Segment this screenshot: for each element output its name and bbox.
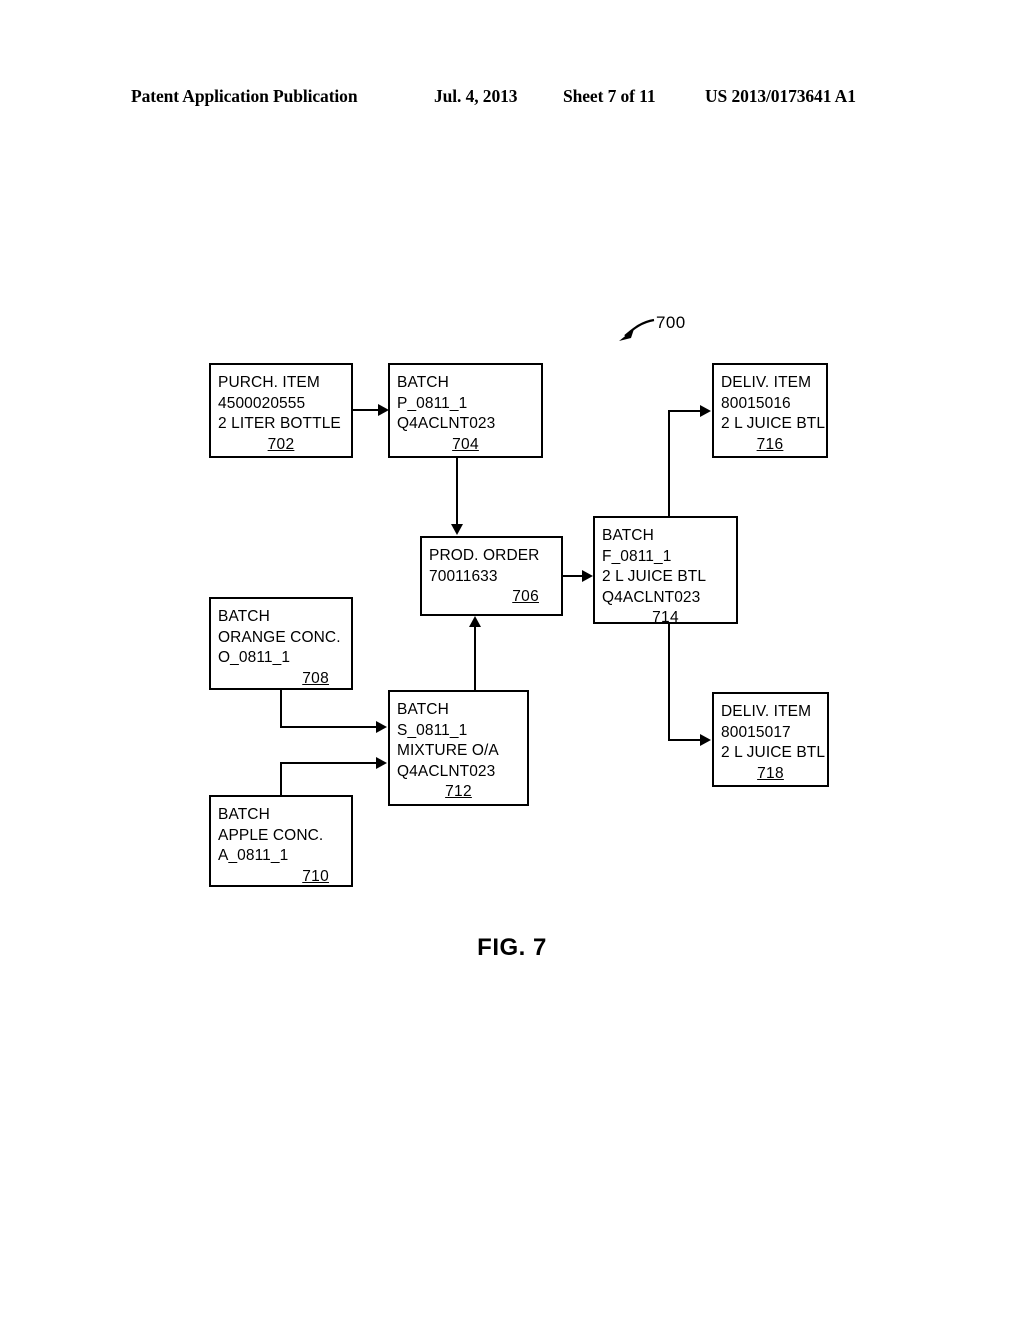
figure-diagram-700: 700 PURCH. ITEM 4500020555 2 LITER BOTTL… — [0, 0, 1024, 1320]
node-716-reference: 716 — [756, 435, 784, 453]
connector-714-to-718-vertical — [668, 622, 670, 741]
node-production-order-706[interactable]: PROD. ORDER 70011633 706 — [420, 536, 563, 616]
node-704-line2: P_0811_1 — [397, 394, 468, 412]
node-batch-apple-concentrate-710[interactable]: BATCH APPLE CONC. A_0811_1 710 — [209, 795, 353, 887]
node-708-line1: BATCH — [218, 608, 270, 625]
node-delivery-item-716[interactable]: DELIV. ITEM 80015016 2 L JUICE BTL 716 — [712, 363, 828, 458]
node-718-line3: 2 L JUICE BTL — [721, 744, 826, 761]
connector-714-to-716-vertical — [668, 410, 670, 518]
arrowhead-706-to-714 — [582, 570, 593, 582]
node-704-line1: BATCH — [397, 374, 449, 391]
node-708-reference: 708 — [302, 669, 329, 687]
arrowhead-704-to-706 — [451, 524, 463, 535]
node-718-line1: DELIV. ITEM — [721, 703, 812, 720]
figure-reference-callout: 700 — [612, 313, 722, 349]
node-710-line2: APPLE CONC. — [218, 826, 324, 844]
connector-710-to-712-vertical — [280, 762, 282, 797]
node-702-reference: 702 — [267, 435, 295, 453]
connector-714-to-716-horizontal — [668, 410, 702, 412]
node-712-reference: 712 — [445, 783, 472, 800]
node-712-line4: Q4ACLNT023 — [397, 762, 496, 780]
node-706-line2: 70011633 — [429, 567, 498, 585]
node-704-reference: 704 — [452, 435, 479, 453]
node-batch-714[interactable]: BATCH F_0811_1 2 L JUICE BTL Q4ACLNT023 … — [593, 516, 738, 626]
connector-706-to-714 — [563, 575, 584, 577]
node-714-line3: 2 L JUICE BTL — [602, 568, 707, 585]
node-714-reference: 714 — [652, 609, 679, 626]
node-716-line2: 80015016 — [721, 394, 791, 412]
arrowhead-710-to-712 — [376, 757, 387, 769]
node-710-line3: A_0811_1 — [218, 847, 289, 864]
node-714-line4: Q4ACLNT023 — [602, 588, 701, 606]
connector-704-to-706 — [456, 458, 458, 525]
node-712-line3: MIXTURE O/A — [397, 742, 499, 759]
node-710-reference: 710 — [302, 867, 329, 885]
figure-caption: FIG. 7 — [477, 934, 547, 961]
connector-712-to-706 — [474, 627, 476, 691]
node-716-line1: DELIV. ITEM — [721, 374, 812, 391]
node-712-line2: S_0811_1 — [397, 721, 468, 739]
node-718-reference: 718 — [757, 764, 784, 782]
node-706-line1: PROD. ORDER — [429, 547, 540, 564]
node-batch-orange-concentrate-708[interactable]: BATCH ORANGE CONC. O_0811_1 708 — [209, 597, 353, 690]
node-714-line2: F_0811_1 — [602, 547, 672, 565]
node-716-line3: 2 L JUICE BTL — [721, 415, 826, 432]
node-batch-704[interactable]: BATCH P_0811_1 Q4ACLNT023 704 — [388, 363, 543, 458]
node-706-reference: 706 — [512, 588, 539, 605]
connector-702-to-704 — [353, 409, 380, 411]
node-704-line3: Q4ACLNT023 — [397, 415, 496, 432]
node-718-line2: 80015017 — [721, 723, 791, 741]
node-702-line1: PURCH. ITEM — [218, 374, 320, 391]
node-710-line1: BATCH — [218, 806, 270, 823]
figure-reference-number: 700 — [656, 313, 686, 332]
node-purchase-item-702[interactable]: PURCH. ITEM 4500020555 2 LITER BOTTLE 70… — [209, 363, 353, 458]
node-delivery-item-718[interactable]: DELIV. ITEM 80015017 2 L JUICE BTL 718 — [712, 692, 829, 787]
connector-708-to-712-vertical — [280, 688, 282, 728]
node-712-line1: BATCH — [397, 701, 449, 718]
node-batch-mixture-712[interactable]: BATCH S_0811_1 MIXTURE O/A Q4ACLNT023 71… — [388, 690, 529, 806]
connector-714-to-718-horizontal — [668, 739, 702, 741]
arrowhead-708-to-712 — [376, 721, 387, 733]
connector-710-to-712-horizontal — [280, 762, 378, 764]
arrowhead-714-to-716 — [700, 405, 711, 417]
connector-708-to-712-horizontal — [280, 726, 378, 728]
node-708-line3: O_0811_1 — [218, 649, 291, 666]
arrowhead-714-to-718 — [700, 734, 711, 746]
node-702-line2: 4500020555 — [218, 394, 306, 412]
node-702-line3: 2 LITER BOTTLE — [218, 415, 341, 432]
node-708-line2: ORANGE CONC. — [218, 628, 341, 646]
arrowhead-712-to-706 — [469, 616, 481, 627]
node-714-line1: BATCH — [602, 527, 654, 544]
